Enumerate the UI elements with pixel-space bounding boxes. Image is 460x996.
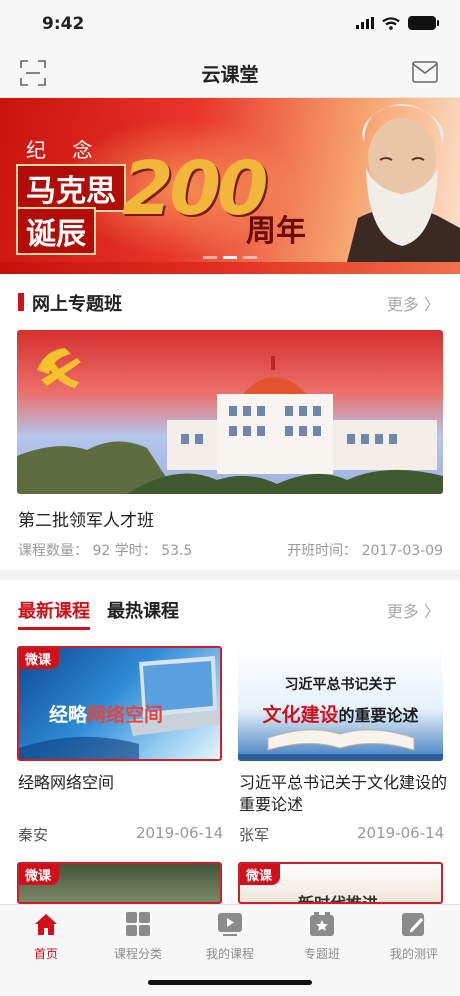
tab-my-tests[interactable]: 我的测评 xyxy=(368,911,460,962)
play-icon xyxy=(218,913,242,936)
more-link[interactable]: 更多 〉 xyxy=(387,598,440,622)
section-marker xyxy=(18,293,24,311)
tab-label: 我的课程 xyxy=(205,947,254,961)
banner-small-text: 纪 念 xyxy=(26,138,103,162)
signal-icon xyxy=(356,17,374,29)
banner-suffix: 周年 xyxy=(246,214,306,249)
more-link[interactable]: 更多 〉 xyxy=(387,291,440,315)
carousel-dot xyxy=(243,256,257,259)
course-thumbnail[interactable]: 微课 经略网络空间 xyxy=(17,646,222,761)
course-title[interactable]: 习近平总书记关于文化建设的重要论述 xyxy=(239,772,447,816)
carousel-dot xyxy=(203,256,217,259)
building-illustration xyxy=(17,348,443,494)
tab-my-courses[interactable]: 我的课程 xyxy=(184,911,276,962)
carousel-dot-active xyxy=(223,256,237,259)
tab-course-categories[interactable]: 课程分类 xyxy=(92,911,184,962)
carousel-indicator xyxy=(0,256,460,259)
thumbnail-text: 新时代推进 xyxy=(298,894,379,904)
weike-badge: 微课 xyxy=(240,864,281,885)
tab-label: 首页 xyxy=(33,947,58,961)
tab-home[interactable]: 首页 xyxy=(0,911,92,962)
grid-icon xyxy=(126,912,150,936)
tab-label: 课程分类 xyxy=(113,947,162,961)
portrait-image xyxy=(346,104,460,266)
courses-header: 更多 〉 xyxy=(0,596,460,622)
tab-label: 我的测评 xyxy=(389,947,438,961)
banner-text-line-2: 诞辰 xyxy=(16,207,96,255)
banner-stripe xyxy=(0,262,460,274)
course-author: 秦安 xyxy=(18,826,49,844)
course-title[interactable]: 经略网络空间 xyxy=(18,772,223,794)
banner-text-line-1: 马克思 xyxy=(16,164,126,212)
status-bar: 9:42 xyxy=(0,0,460,48)
weike-badge: 微课 xyxy=(19,648,60,669)
section-divider xyxy=(0,570,460,580)
wifi-icon xyxy=(382,16,400,30)
star-folder-icon xyxy=(310,912,334,936)
course-thumbnail[interactable]: 微课 xyxy=(17,862,222,904)
course-date: 2019-06-14 xyxy=(136,824,224,842)
weike-badge: 微课 xyxy=(19,864,60,885)
thumbnail-text-line-1: 习近平总书记关于 xyxy=(284,677,397,693)
home-indicator xyxy=(148,980,312,985)
tab-special-class[interactable]: 专题班 xyxy=(276,911,368,962)
course-thumbnail[interactable]: 习近平总书记关于 文化建设的重要论述 xyxy=(238,646,443,761)
system-icons xyxy=(356,16,439,30)
home-icon xyxy=(35,914,57,935)
course-author: 张军 xyxy=(239,826,270,844)
special-class-title[interactable]: 第二批领军人才班 xyxy=(18,506,154,531)
edit-icon xyxy=(402,913,425,936)
mail-icon[interactable] xyxy=(412,61,438,83)
party-emblem xyxy=(37,348,81,388)
special-class-header: 网上专题班 更多 〉 xyxy=(0,289,460,315)
tab-label: 专题班 xyxy=(303,947,340,961)
page-title: 云课堂 xyxy=(201,64,259,86)
battery-icon xyxy=(408,16,439,30)
course-thumbnail[interactable]: 微课 新时代推进 xyxy=(238,862,443,904)
special-class-image[interactable] xyxy=(17,330,443,494)
thumbnail-text: 经略网络空间 xyxy=(49,704,164,726)
section-title: 网上专题班 xyxy=(32,294,122,315)
banner-number: 200 xyxy=(122,146,268,232)
nav-bar: 云课堂 xyxy=(0,48,460,98)
course-date: 2019-06-14 xyxy=(357,824,445,842)
special-class-date: 开班时间： 2017-03-09 xyxy=(287,543,443,559)
thumbnail-text-line-2: 文化建设的重要论述 xyxy=(262,704,419,726)
status-time: 9:42 xyxy=(42,14,85,34)
special-class-meta: 课程数量： 92 学时： 53.5 xyxy=(18,543,193,559)
